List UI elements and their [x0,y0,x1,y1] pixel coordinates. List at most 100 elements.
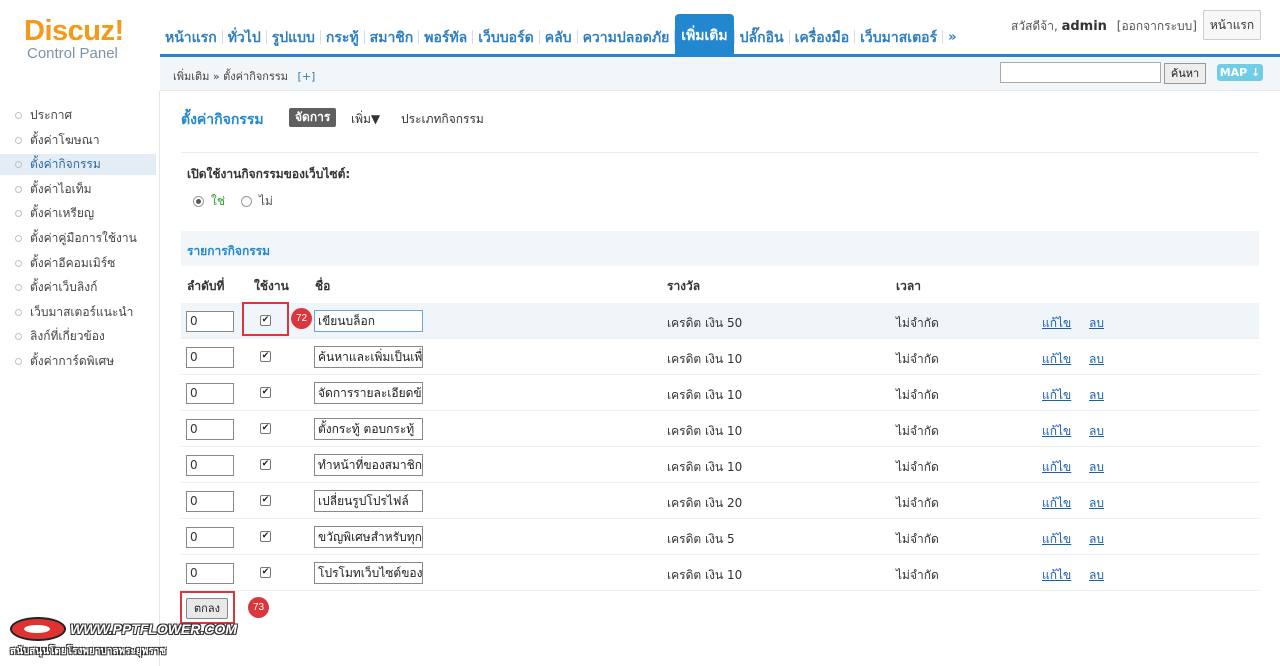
sidebar-item[interactable]: ตั้งค่าเว็บลิงก์ [0,277,156,298]
task-reward: เครดิต เงิน 50 [667,316,743,330]
sidebar-item[interactable]: ตั้งค่าคู่มือการใช้งาน [0,228,156,249]
nav-item[interactable]: พอร์ทัล [419,20,472,54]
table-row: 0 ✔ โปรโมทเว็บไซต์ของ เครดิต เงิน 10 ไม่จำกั… [181,555,1259,591]
radio-yes[interactable] [193,196,204,207]
edit-link[interactable]: แก้ไข [1042,314,1071,333]
task-name-input[interactable]: โปรโมทเว็บไซต์ของ [314,562,423,584]
task-name-input[interactable]: ค้นหาและเพิ่มเป็นเพื่ [314,346,423,368]
tab-manage[interactable]: จัดการ [289,108,337,127]
nav-item[interactable]: สมาชิก [365,20,419,54]
order-input[interactable]: 0 [186,419,234,440]
nav-item[interactable]: กระทู้ [321,20,364,54]
edit-link[interactable]: แก้ไข [1042,350,1071,369]
enabled-checkbox[interactable]: ✔ [260,459,271,470]
edit-link[interactable]: แก้ไข [1042,458,1071,477]
bullet-icon [15,333,22,341]
col-order: ลำดับที่ [187,279,225,293]
enabled-checkbox[interactable]: ✔ [260,567,271,578]
sidebar-item[interactable]: ลิงก์ที่เกี่ยวข้อง [0,326,156,347]
task-time: ไม่จำกัด [896,388,939,402]
edit-link[interactable]: แก้ไข [1042,566,1071,585]
discuz-logo[interactable]: Discuz! Control Panel [24,16,134,62]
enabled-checkbox[interactable]: ✔ [260,387,271,398]
edit-link[interactable]: แก้ไข [1042,386,1071,405]
order-input[interactable]: 0 [186,347,234,368]
edit-link[interactable]: แก้ไข [1042,494,1071,513]
table-row: 0 ✔ จัดการรายละเอียดข้ เครดิต เงิน 10 ไม่จำก… [181,375,1259,411]
nav-item[interactable]: รูปแบบ [267,20,320,54]
order-input[interactable]: 0 [186,563,234,584]
nav-item[interactable]: ทั่วไป [223,20,266,54]
task-name-input[interactable]: ทำหน้าที่ของสมาชิก [314,454,423,476]
callout-badge: 72 [291,308,312,329]
bullet-icon [15,259,22,267]
delete-link[interactable]: ลบ [1089,566,1104,585]
enabled-checkbox[interactable]: ✔ [260,423,271,434]
order-input[interactable]: 0 [186,383,234,404]
order-input[interactable]: 0 [186,491,234,512]
enabled-checkbox[interactable]: ✔ [260,495,271,506]
radio-no-label[interactable]: ไม่ [259,192,273,211]
delete-link[interactable]: ลบ [1089,422,1104,441]
order-input[interactable]: 0 [186,455,234,476]
search-input[interactable] [1000,62,1161,83]
search-button[interactable]: ค้นหา [1164,63,1206,84]
watermark-url: WWW.PPTFLOWER.COM [70,621,237,637]
sidebar-item[interactable]: ตั้งค่ากิจกรรม [0,154,156,176]
order-input[interactable]: 0 [186,527,234,548]
sidebar-item-label: ตั้งค่าไอเท็ม [30,181,92,196]
sidebar-item[interactable]: เว็บมาสเตอร์แนะนำ [0,302,156,323]
delete-link[interactable]: ลบ [1089,494,1104,513]
task-name-input[interactable]: เขียนบล็อก [314,310,423,332]
task-time: ไม่จำกัด [896,424,939,438]
watermark-sub: สนับสนุนโดยโรงพยาบาลพระยุพราช [10,646,167,657]
task-time: ไม่จำกัด [896,316,939,330]
nav-item[interactable]: เว็บบอร์ด [473,20,538,54]
sidebar-item[interactable]: ประกาศ [0,105,156,126]
enabled-checkbox[interactable]: ✔ [260,531,271,542]
sidebar-item[interactable]: ตั้งค่าไอเท็ม [0,179,156,200]
nav-item[interactable]: ความปลอดภัย [578,20,675,54]
sidebar-item[interactable]: ตั้งค่าอีคอมเมิร์ซ [0,253,156,274]
delete-link[interactable]: ลบ [1089,458,1104,477]
tab-task-type[interactable]: ประเภทกิจกรรม [401,110,484,129]
radio-no[interactable] [241,196,253,207]
task-time: ไม่จำกัด [896,352,939,366]
task-name-input[interactable]: ตั้งกระทู้ ตอบกระทู้ [314,418,423,440]
nav-item[interactable]: เว็บมาสเตอร์ [855,20,942,54]
delete-link[interactable]: ลบ [1089,314,1104,333]
nav-more-icon[interactable]: » [943,20,961,54]
nav-item[interactable]: ปลั๊กอิน [735,20,789,54]
bullet-icon [15,284,22,292]
task-name-input[interactable]: เปลี่ยนรูปโปรไฟล์ [314,490,423,512]
sidebar-item[interactable]: ตั้งค่าโฆษณา [0,130,156,151]
col-reward: รางวัล [667,279,701,293]
logout-link[interactable]: [ออกจากระบบ] [1117,19,1197,33]
edit-link[interactable]: แก้ไข [1042,422,1071,441]
delete-link[interactable]: ลบ [1089,386,1104,405]
edit-link[interactable]: แก้ไข [1042,530,1071,549]
nav-item[interactable]: เพิ่มเติม [675,14,734,54]
map-button[interactable]: MAP ↓ [1217,64,1263,81]
table-row: 0 ✔ เปลี่ยนรูปโปรไฟล์ เครดิต เงิน 20 ไม่จำกั… [181,483,1259,519]
add-shortcut-link[interactable]: [+] [298,70,316,83]
nav-item[interactable]: เครื่องมือ [790,20,855,54]
delete-link[interactable]: ลบ [1089,530,1104,549]
sidebar-item[interactable]: ตั้งค่าการ์ดพิเศษ [0,351,156,372]
task-reward: เครดิต เงิน 10 [667,424,743,438]
radio-yes-label[interactable]: ใช่ [211,192,225,211]
order-input[interactable]: 0 [186,311,234,332]
sidebar-item[interactable]: ตั้งค่าเหรียญ [0,203,156,224]
nav-item[interactable]: หน้าแรก [160,20,222,54]
task-time: ไม่จำกัด [896,460,939,474]
task-name-input[interactable]: จัดการรายละเอียดข้ [314,382,423,404]
sidebar-item-label: ประกาศ [30,108,73,122]
delete-link[interactable]: ลบ [1089,350,1104,369]
col-time: เวลา [896,279,921,293]
tab-add[interactable]: เพิ่ม▼ [351,110,380,129]
task-name-input[interactable]: ขวัญพิเศษสำหรับทุก [314,526,423,548]
bullet-icon [15,235,22,242]
enabled-checkbox[interactable]: ✔ [260,351,271,362]
nav-item[interactable]: คลับ [540,20,577,54]
home-button[interactable]: หน้าแรก [1203,10,1261,40]
